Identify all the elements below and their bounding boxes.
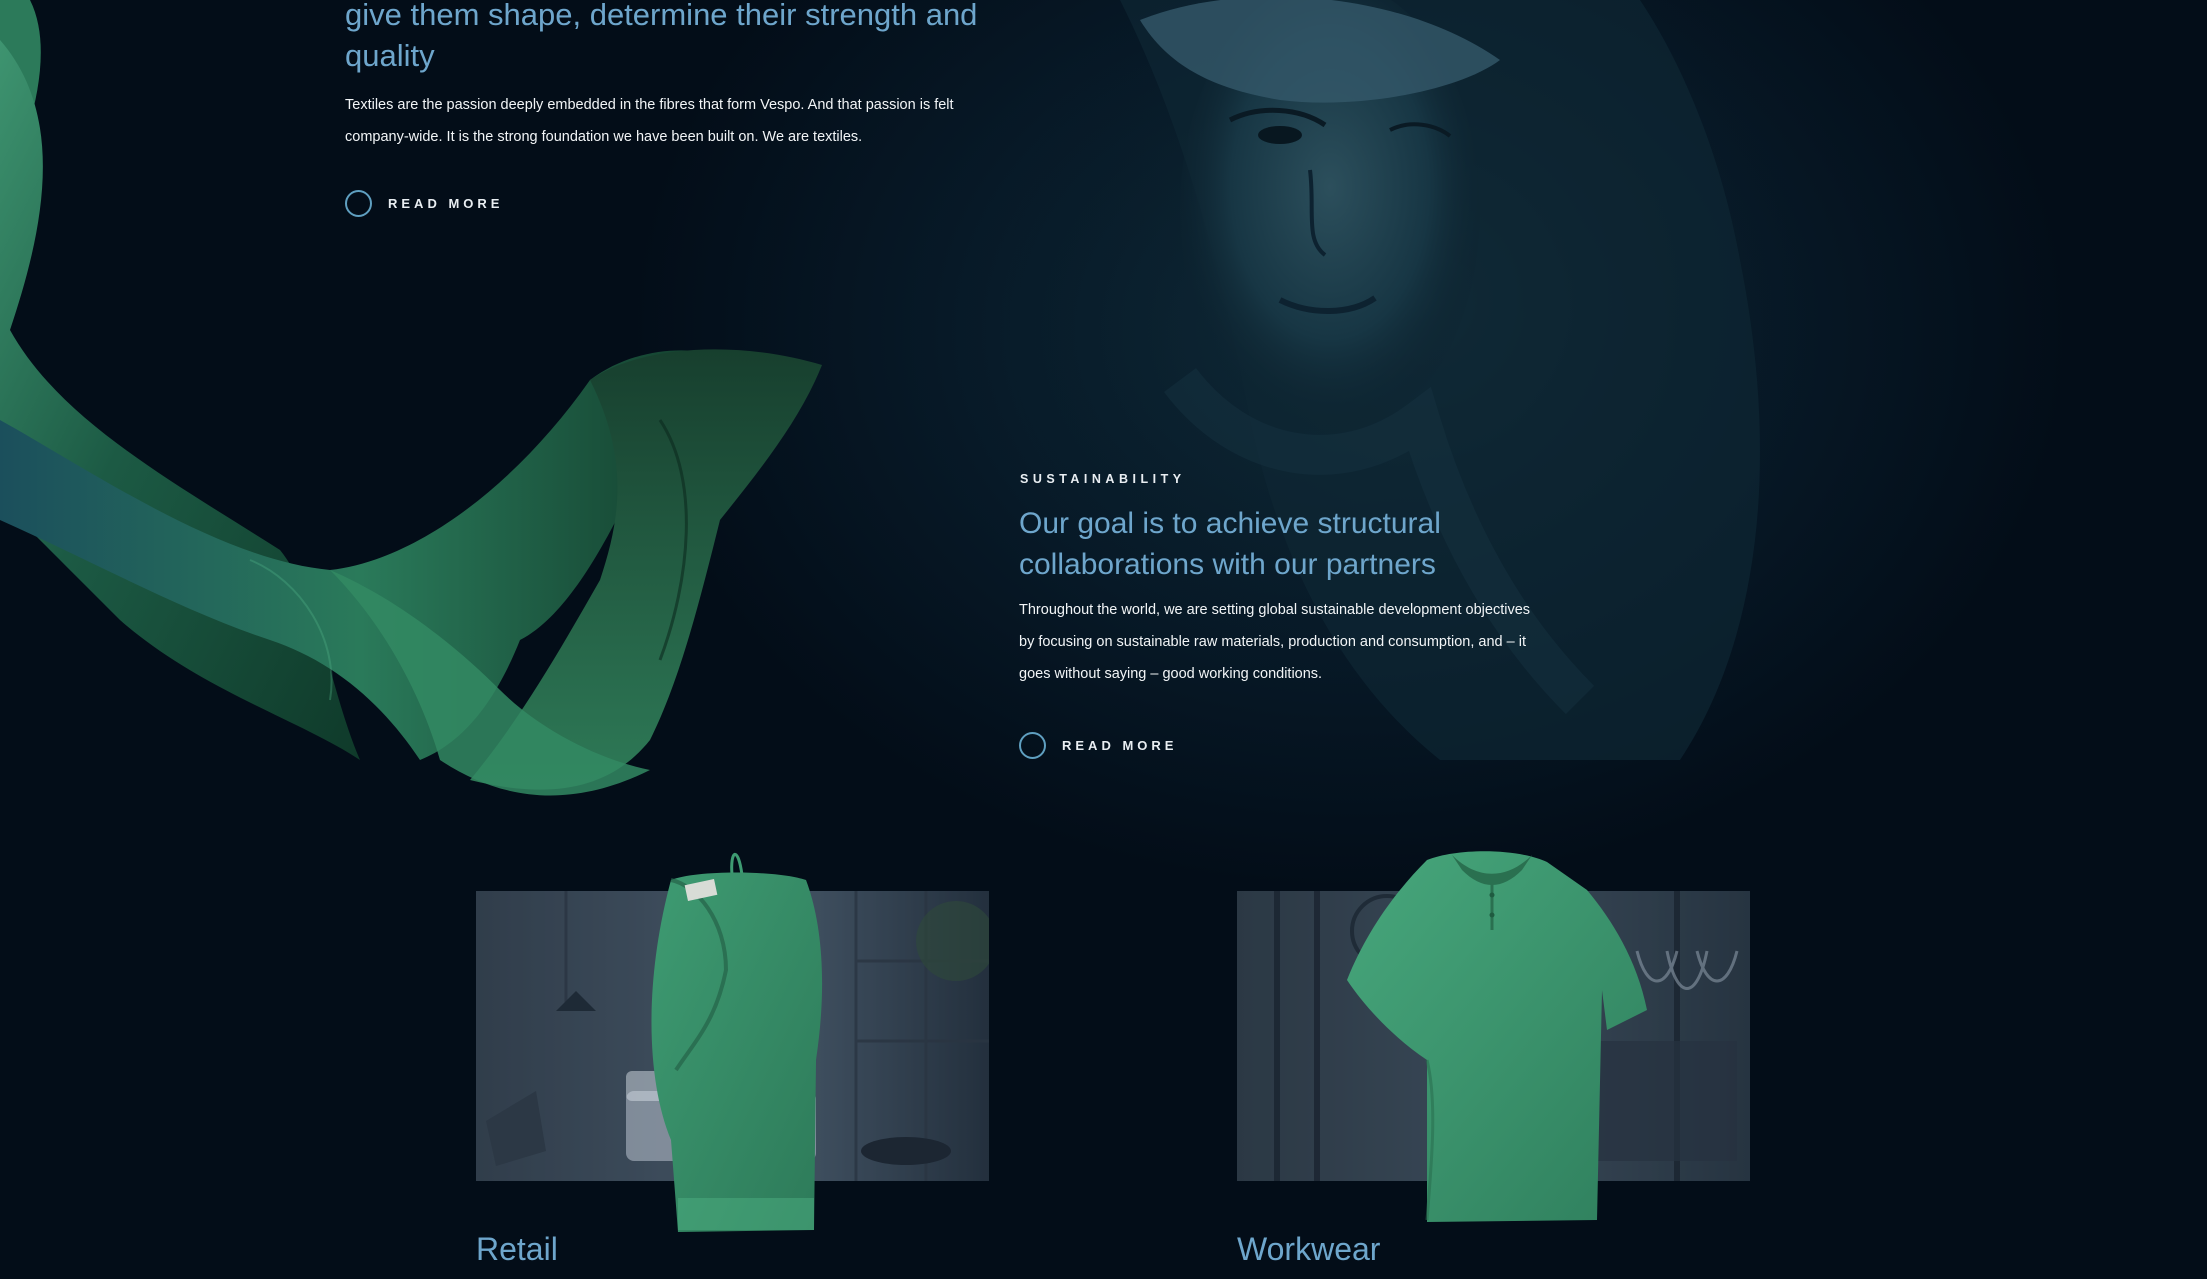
workwear-title[interactable]: Workwear <box>1237 1231 1380 1268</box>
intro-read-more-button[interactable]: READ MORE <box>345 190 503 217</box>
circle-icon <box>1019 732 1046 759</box>
workwear-card[interactable]: Workwear <box>1237 840 1752 1279</box>
towel-product-image <box>651 852 823 1232</box>
sustainability-read-more-button[interactable]: READ MORE <box>1019 732 1177 759</box>
circle-icon <box>345 190 372 217</box>
sustainability-heading: Our goal is to achieve structural collab… <box>1019 507 1441 581</box>
retail-title[interactable]: Retail <box>476 1231 558 1268</box>
page: give them shape, determine their strengt… <box>0 0 2207 1279</box>
retail-card[interactable]: Retail <box>476 840 991 1279</box>
polo-shirt-product-image <box>1347 851 1647 1222</box>
read-more-label: READ MORE <box>388 196 504 211</box>
section-eyebrow: SUSTAINABILITY <box>1020 472 1186 486</box>
intro-heading: give them shape, determine their strengt… <box>345 0 978 73</box>
read-more-label: READ MORE <box>1062 738 1178 753</box>
sustainability-body-text: Throughout the world, we are setting glo… <box>1019 602 1531 682</box>
intro-body-text: Textiles are the passion deeply embedded… <box>345 97 954 145</box>
